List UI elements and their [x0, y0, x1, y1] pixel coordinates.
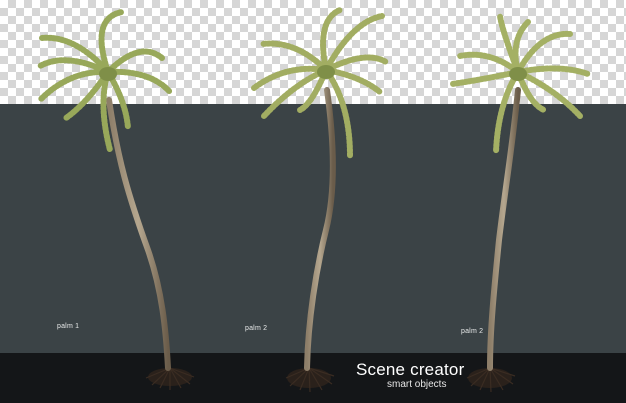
- palm-1-fronds: [37, 9, 173, 153]
- palm-3-trunk: [487, 87, 521, 371]
- palm-1-roots: [145, 367, 195, 390]
- palm-3-crown: [509, 67, 527, 81]
- brand-watermark: Scene creator smart objects: [356, 360, 465, 391]
- palm-label-2: palm 2: [245, 325, 268, 332]
- palm-3-roots: [466, 367, 516, 393]
- palm-tree-1: [37, 9, 195, 390]
- palm-1-crown: [99, 67, 117, 81]
- palm-trees: [37, 7, 591, 393]
- palm-tree-2: [251, 7, 389, 393]
- brand-title: Scene creator: [356, 360, 465, 379]
- palm-2-roots: [285, 367, 335, 393]
- palm-3-fronds: [449, 13, 591, 155]
- scene-canvas: palm 1 palm 2 palm 2 Scene creator smart…: [0, 0, 626, 403]
- palm-2-crown: [317, 65, 335, 79]
- palm-tree-3: [449, 13, 591, 393]
- palm-label-1: palm 1: [57, 323, 80, 330]
- palm-2-trunk: [304, 87, 336, 371]
- palm-2-fronds: [251, 7, 389, 159]
- palm-1-trunk: [106, 97, 171, 371]
- palm-label-3: palm 2: [461, 328, 484, 335]
- brand-subtitle: smart objects: [387, 379, 447, 390]
